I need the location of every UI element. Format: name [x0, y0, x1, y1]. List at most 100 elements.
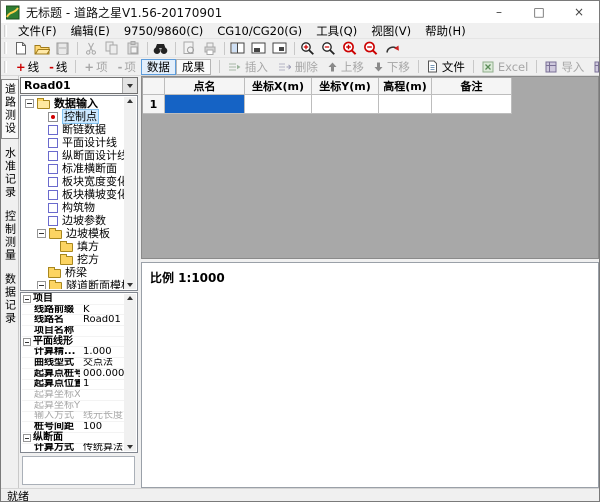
minimize-button[interactable]: – — [479, 1, 519, 23]
menu-cg10-cg20[interactable]: CG10/CG20(G) — [210, 24, 309, 38]
property-group[interactable]: 平面线形 — [22, 337, 124, 348]
combo-dropdown-button[interactable] — [122, 78, 137, 93]
tree-item-fill[interactable]: 填方 — [22, 240, 124, 253]
tree-item-profile-design-line[interactable]: 纵断面设计线 — [22, 149, 124, 162]
file-button[interactable]: 文件 — [422, 59, 470, 75]
scroll-down-icon[interactable] — [127, 283, 133, 287]
collapse-minus-icon[interactable] — [23, 338, 31, 346]
drawing-panel[interactable]: 比例 1:1000 — [141, 262, 599, 488]
tree-item-tunnel-template[interactable]: 隧道断面模板 — [22, 279, 124, 289]
tree-item-slope-template[interactable]: 边坡模板 — [22, 227, 124, 240]
add-item-button[interactable]: +项 — [79, 59, 112, 75]
collapse-minus-icon[interactable] — [37, 229, 46, 238]
zoom-in-strong-button[interactable] — [340, 39, 361, 57]
property-scrollbar[interactable] — [124, 294, 136, 451]
menu-file[interactable]: 文件(F) — [11, 23, 64, 39]
tree-scrollbar[interactable] — [124, 97, 136, 289]
property-row[interactable]: 起算点桩号000.000 — [22, 369, 124, 380]
remove-line-label: 线 — [56, 59, 68, 75]
property-group[interactable]: 项目 — [22, 294, 124, 305]
copy-button[interactable] — [102, 39, 123, 57]
tree-item-structures[interactable]: 构筑物 — [22, 201, 124, 214]
move-up-button[interactable]: 上移 — [323, 59, 369, 75]
close-button[interactable]: × — [559, 1, 599, 23]
zoom-out-strong-button[interactable] — [361, 39, 382, 57]
folder-icon — [48, 269, 61, 278]
column-header-coord-x[interactable]: 坐标X(m) — [245, 78, 312, 95]
property-row[interactable]: 线路前缀K — [22, 305, 124, 316]
tab-road-survey[interactable]: 道路测设 — [1, 79, 19, 139]
print-button[interactable] — [200, 39, 221, 57]
remove-line-button[interactable]: -线 — [44, 59, 72, 75]
cut-button[interactable] — [81, 39, 102, 57]
column-header-remark[interactable]: 备注 — [432, 78, 512, 95]
save-button[interactable] — [53, 39, 74, 57]
cell-elevation[interactable] — [379, 95, 432, 114]
property-group[interactable]: 纵断面 — [22, 433, 124, 444]
property-row: 输入方式线元长度 — [22, 412, 124, 423]
tree-item-standard-cross-section[interactable]: 标准横断面 — [22, 162, 124, 175]
menu-tools[interactable]: 工具(Q) — [309, 23, 364, 39]
menu-view[interactable]: 视图(V) — [364, 23, 418, 39]
tree-item-plan-design-line[interactable]: 平面设计线 — [22, 136, 124, 149]
insert-row-button[interactable]: 插入 — [223, 59, 273, 75]
layout-bottom-button[interactable] — [249, 39, 270, 57]
export-button[interactable]: 导出 — [589, 59, 600, 75]
cell-point-name-selected[interactable] — [165, 95, 245, 114]
scroll-down-icon[interactable] — [127, 445, 133, 449]
find-button[interactable] — [151, 39, 172, 57]
zoom-out-button[interactable] — [319, 39, 340, 57]
move-down-button[interactable]: 下移 — [369, 59, 415, 75]
property-row[interactable]: 线路名Road01 — [22, 315, 124, 326]
tab-control-survey[interactable]: 控制测量 — [2, 207, 18, 265]
tab-data-record[interactable]: 数据记录 — [2, 270, 18, 328]
add-line-button[interactable]: +线 — [11, 59, 44, 75]
collapse-minus-icon[interactable] — [25, 99, 34, 108]
new-button[interactable] — [11, 39, 32, 57]
property-row[interactable]: 计算精...1.000 — [22, 347, 124, 358]
grid-corner-cell[interactable] — [143, 78, 165, 95]
layout-form-button[interactable] — [270, 39, 291, 57]
collapse-minus-icon[interactable] — [23, 434, 31, 442]
paste-button[interactable] — [123, 39, 144, 57]
cell-remark[interactable] — [432, 95, 512, 114]
menu-9750-9860[interactable]: 9750/9860(C) — [117, 24, 210, 38]
scroll-up-icon[interactable] — [127, 296, 133, 300]
tree-item-broken-chain[interactable]: 断链数据 — [22, 123, 124, 136]
delete-row-button[interactable]: 删除 — [273, 59, 323, 75]
tree-item-control-points[interactable]: 控制点 — [22, 110, 124, 123]
tree-item-bridge[interactable]: 桥梁 — [22, 266, 124, 279]
tree-item-slab-slope-change[interactable]: 板块横坡变化 — [22, 188, 124, 201]
row-header[interactable]: 1 — [143, 95, 165, 114]
menu-help[interactable]: 帮助(H) — [418, 23, 473, 39]
road-selector[interactable]: Road01 — [20, 77, 138, 94]
zoom-in-button[interactable] — [298, 39, 319, 57]
column-header-coord-y[interactable]: 坐标Y(m) — [312, 78, 379, 95]
layout-split-button[interactable] — [228, 39, 249, 57]
collapse-minus-icon[interactable] — [37, 281, 46, 289]
data-mode-button[interactable]: 数据 — [141, 59, 176, 75]
maximize-button[interactable]: □ — [519, 1, 559, 23]
column-header-point-name[interactable]: 点名 — [165, 78, 245, 95]
pan-button[interactable] — [382, 39, 403, 57]
column-header-elevation[interactable]: 高程(m) — [379, 78, 432, 95]
tree-item-slope-params[interactable]: 边坡参数 — [22, 214, 124, 227]
cell-coord-x[interactable] — [245, 95, 312, 114]
scroll-up-icon[interactable] — [127, 99, 133, 103]
menu-edit[interactable]: 编辑(E) — [64, 23, 117, 39]
insert-row-label: 插入 — [245, 59, 268, 75]
open-button[interactable] — [32, 39, 53, 57]
excel-button[interactable]: Excel — [477, 59, 533, 75]
result-mode-button[interactable]: 成果 — [176, 59, 211, 75]
tree-item-cut[interactable]: 挖方 — [22, 253, 124, 266]
property-row[interactable]: 起算点位置1 — [22, 380, 124, 391]
tab-level-record[interactable]: 水准记录 — [2, 144, 18, 202]
collapse-minus-icon[interactable] — [23, 295, 31, 303]
property-row[interactable]: 计算方式传统算法 — [22, 444, 124, 453]
print-preview-button[interactable] — [179, 39, 200, 57]
property-row[interactable]: 曲线型式交点法 — [22, 358, 124, 369]
tree-item-slab-width-change[interactable]: 板块宽度变化 — [22, 175, 124, 188]
remove-item-button[interactable]: -项 — [113, 59, 141, 75]
import-button[interactable]: 导入 — [540, 59, 589, 75]
cell-coord-y[interactable] — [312, 95, 379, 114]
